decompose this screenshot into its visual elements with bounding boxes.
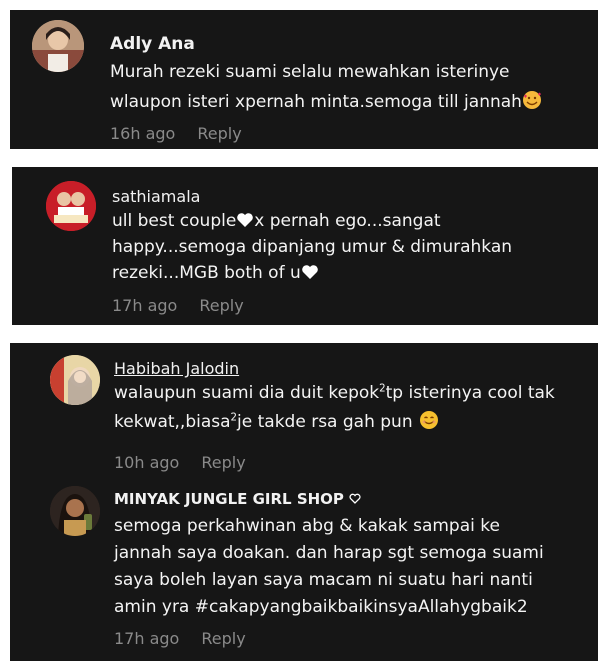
avatar-image [50,355,100,405]
comment-text-line: wlaupon isteri xpernah minta.semoga till… [110,90,542,115]
reply-button[interactable]: Reply [199,296,243,315]
comment-card: Habibah Jalodin walaupun suami dia duit … [10,343,598,661]
avatar-image [32,20,84,72]
comment-text: je takde rsa gah pun [237,412,413,432]
smiling-face-with-hearts-icon [522,90,542,115]
comment-text-line: saya boleh layan saya macam ni suatu har… [114,570,533,590]
comment-meta: 17h ago Reply [112,296,244,315]
comment-text-line: Murah rezeki suami selalu mewahkan ister… [110,62,510,82]
comment-text-line: rezeki...MGB both of u [112,263,319,285]
comment-text-line: kekwat,,biasa2je takde rsa gah pun [114,410,439,435]
comment-text-line: amin yra #cakapyangbaikbaikinsyaAllahygb… [114,597,528,617]
avatar-image [50,486,100,536]
comment-meta: 16h ago Reply [110,124,242,143]
comment-text: walaupun suami dia duit kepok [114,383,380,403]
username[interactable]: MINYAK JUNGLE GIRL SHOP [114,490,361,508]
avatar-image [46,181,96,231]
smiling-face-icon [419,410,439,435]
comment-text: ull best couple [112,211,237,231]
comment-meta: 17h ago Reply [114,629,246,648]
comment-text-line: happy...semoga dipanjang umur & dimurahk… [112,237,513,257]
avatar[interactable] [50,355,100,405]
timestamp: 10h ago [114,453,180,472]
timestamp: 16h ago [110,124,176,143]
timestamp: 17h ago [114,629,180,648]
username[interactable]: Habibah Jalodin [114,359,239,378]
reply-button[interactable]: Reply [197,124,241,143]
avatar[interactable] [46,181,96,231]
white-heart-icon [236,212,254,233]
comment-text-line: ull best couple x pernah ego...sangat [112,211,441,233]
comment-card: sathiamala ull best couple x pernah ego..… [12,167,598,325]
comment-text: rezeki...MGB both of u [112,263,301,283]
reply-button[interactable]: Reply [201,453,245,472]
comment-text-line: semoga perkahwinan abg & kakak sampai ke [114,516,500,536]
comment-text: x pernah ego...sangat [254,211,441,231]
username[interactable]: Adly Ana [110,34,195,54]
white-heart-icon [301,264,319,285]
reply-button[interactable]: Reply [201,629,245,648]
timestamp: 17h ago [112,296,178,315]
username[interactable]: sathiamala [112,187,200,206]
comment-card: Adly Ana Murah rezeki suami selalu mewah… [10,10,598,149]
comment-text-line: walaupun suami dia duit kepok2tp isterin… [114,383,555,403]
avatar[interactable] [50,486,100,536]
comment-text: tp isterinya cool tak [385,383,555,403]
comment-text-line: jannah saya doakan. dan harap sgt semoga… [114,543,544,563]
comment-text: kekwat,,biasa [114,412,231,432]
username-text: MINYAK JUNGLE GIRL SHOP [114,490,344,508]
avatar[interactable] [32,20,84,72]
heart-outline-icon [349,490,361,508]
comment-meta: 10h ago Reply [114,453,246,472]
comment-text: wlaupon isteri xpernah minta.semoga till… [110,92,522,112]
